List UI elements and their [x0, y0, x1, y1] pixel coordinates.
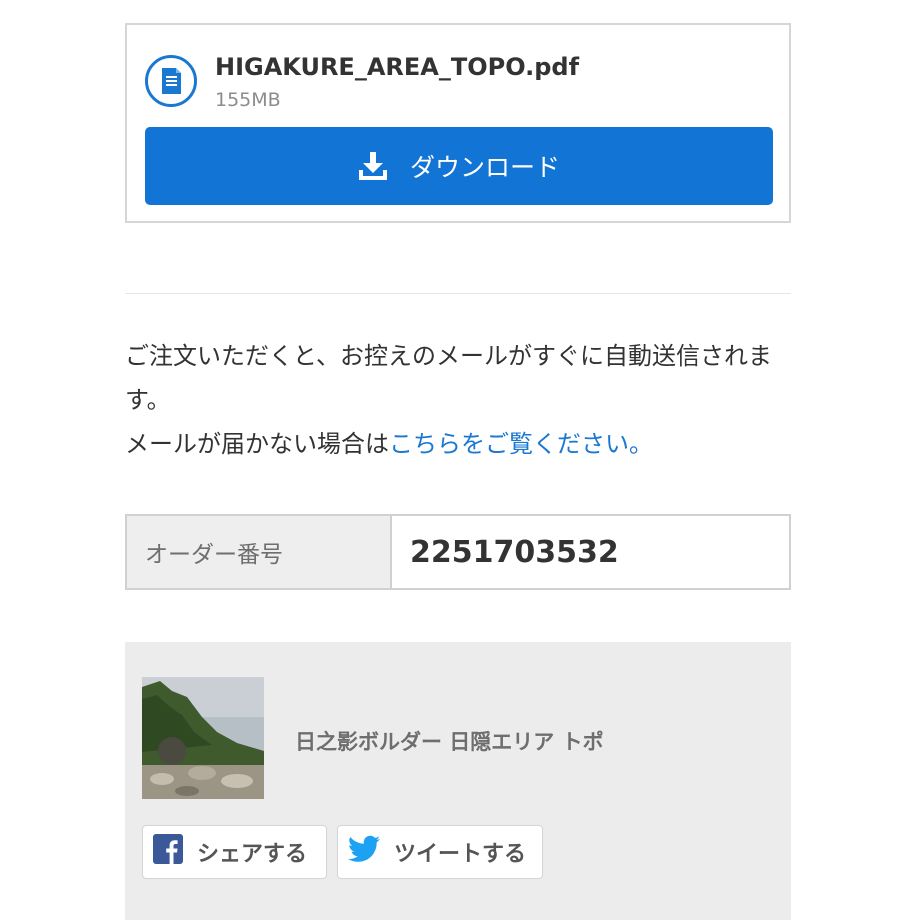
download-button[interactable]: ダウンロード: [145, 127, 773, 205]
order-number-table: オーダー番号 2251703532: [125, 514, 791, 590]
notice-line-2-prefix: メールが届かない場合は: [125, 430, 389, 458]
help-link[interactable]: こちらをご覧ください。: [389, 430, 653, 458]
product-thumbnail[interactable]: [142, 677, 264, 799]
facebook-share-label: シェアする: [197, 842, 308, 867]
notice-line-2: メールが届かない場合はこちらをご覧ください。: [125, 422, 795, 466]
file-name: HIGAKURE_AREA_TOPO.pdf: [215, 53, 580, 81]
order-notice: ご注文いただくと、お控えのメールがすぐに自動送信されます。 メールが届かない場合…: [125, 334, 795, 466]
order-number-label: オーダー番号: [127, 516, 392, 588]
twitter-share-label: ツイートする: [394, 842, 527, 867]
product-title[interactable]: 日之影ボルダー 日隠エリア トポ: [295, 726, 604, 756]
facebook-share-button[interactable]: シェアする: [142, 825, 327, 879]
file-size: 155MB: [215, 89, 281, 111]
facebook-icon: [153, 834, 183, 870]
notice-line-1: ご注文いただくと、お控えのメールがすぐに自動送信されます。: [125, 342, 773, 414]
download-label: ダウンロード: [409, 154, 560, 182]
product-panel: 日之影ボルダー 日隠エリア トポ シェアする ツイートする: [125, 642, 791, 920]
document-icon: [145, 55, 197, 107]
file-card: HIGAKURE_AREA_TOPO.pdf 155MB ダウンロード: [125, 23, 791, 223]
download-icon: [358, 151, 388, 181]
order-number-value: 2251703532: [410, 534, 619, 570]
twitter-icon: [348, 835, 380, 869]
divider: [125, 293, 791, 294]
twitter-share-button[interactable]: ツイートする: [337, 825, 543, 879]
